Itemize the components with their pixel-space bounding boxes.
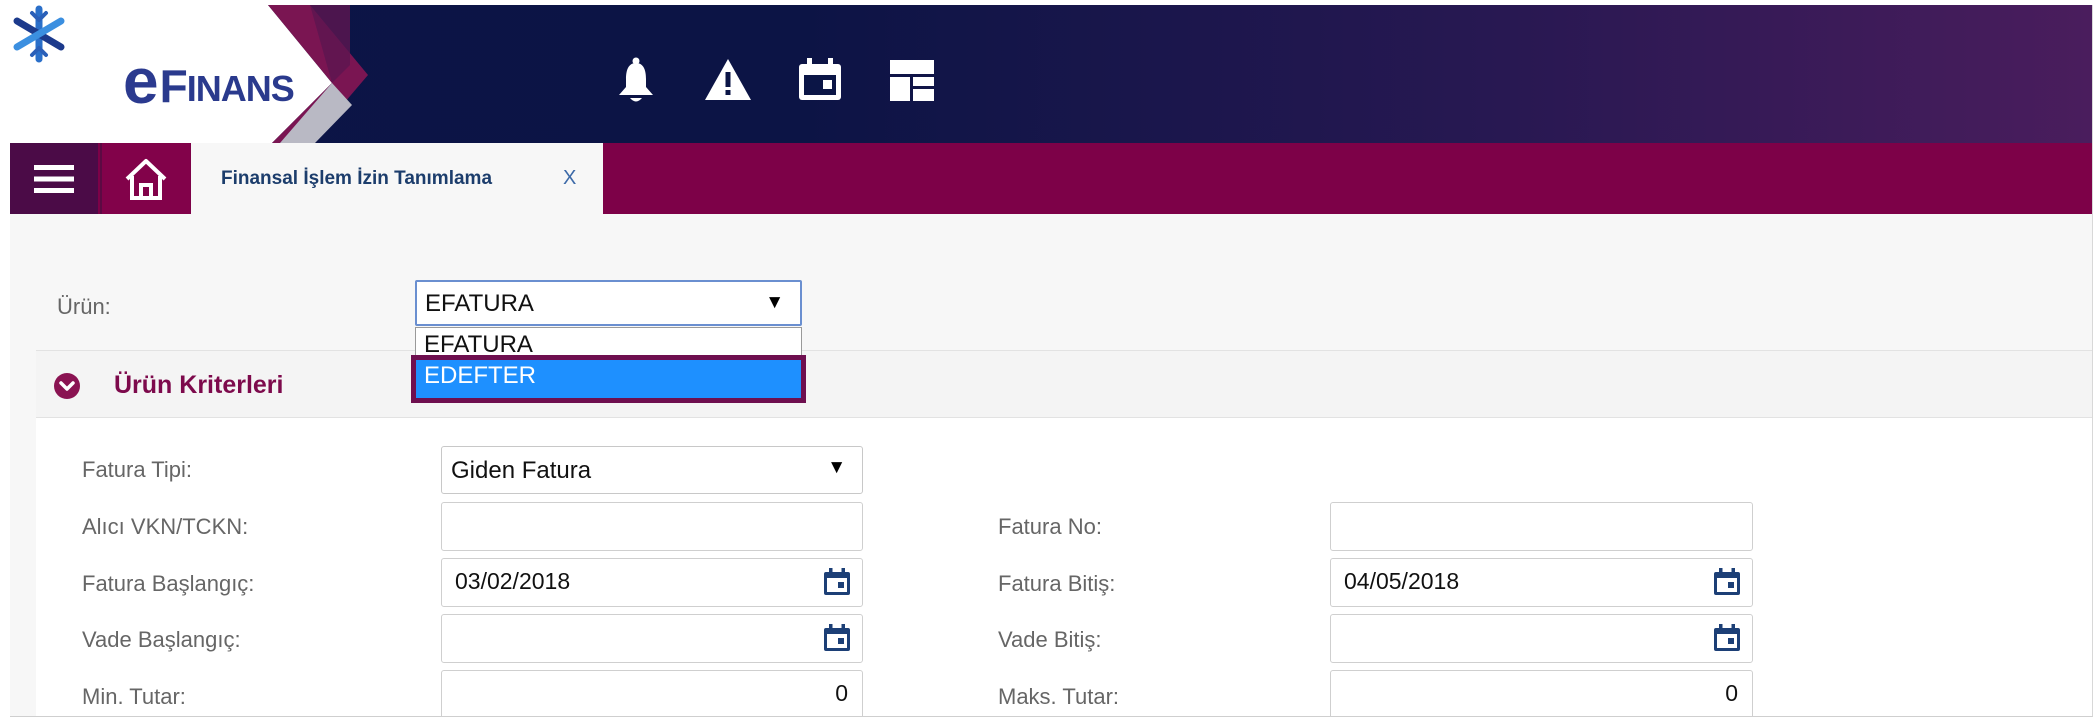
top-header: e F INANS (10, 5, 2092, 143)
alici-vkn-label: Alıcı VKN/TCKN: (82, 514, 249, 539)
logo-letter-f: F (159, 60, 188, 112)
dashboard-icon[interactable] (887, 55, 937, 105)
panel-title: Ürün Kriterleri (114, 371, 284, 399)
logo-letter-e: e (123, 45, 159, 117)
header-icons (611, 55, 937, 105)
calendar-icon[interactable] (822, 623, 852, 653)
fatura-baslangic-value: 03/02/2018 (455, 568, 571, 594)
calendar-icon[interactable] (1712, 567, 1742, 597)
maks-tutar-input[interactable]: 0 (1330, 670, 1753, 716)
urun-dropdown-list: EFATURA EDEFTER (411, 327, 806, 403)
warning-icon[interactable] (703, 55, 753, 105)
urun-label: Ürün: (57, 294, 111, 319)
logo-letters-inans: INANS (186, 68, 295, 109)
home-button[interactable] (100, 143, 190, 214)
urun-select[interactable]: EFATURA ▼ (415, 280, 802, 326)
fatura-tipi-label: Fatura Tipi: (82, 457, 193, 482)
collapse-chevron-icon[interactable] (54, 373, 80, 399)
vade-baslangic-label: Vade Başlangıç: (82, 627, 241, 652)
urun-kriterleri-panel: Ürün Kriterleri Fatura Tipi: Giden Fatur… (36, 350, 2092, 716)
fatura-bitis-input[interactable]: 04/05/2018 (1330, 558, 1753, 607)
hamburger-icon (34, 164, 74, 193)
fatura-baslangic-label: Fatura Başlangıç: (82, 571, 255, 596)
app-window: e F INANS Finansal İşlem İzin Tanımlama … (10, 5, 2093, 717)
bell-icon[interactable] (611, 55, 661, 105)
calendar-icon[interactable] (795, 55, 845, 105)
panel-header[interactable]: Ürün Kriterleri (36, 351, 2092, 418)
alici-vkn-input[interactable] (441, 502, 863, 551)
logo[interactable]: e F INANS (10, 5, 450, 143)
chevron-down-icon: ▼ (765, 292, 784, 313)
fatura-no-label: Fatura No: (998, 514, 1102, 539)
fatura-bitis-value: 04/05/2018 (1344, 568, 1460, 594)
snowflake-logo-icon (13, 5, 65, 63)
home-icon (125, 158, 167, 200)
tab-bar: Finansal İşlem İzin Tanımlama X (10, 143, 2092, 214)
vade-bitis-input[interactable] (1330, 614, 1753, 663)
dropdown-option-edefter-label: EDEFTER (424, 362, 537, 389)
maks-tutar-label: Maks. Tutar: (998, 684, 1120, 709)
vade-bitis-label: Vade Bitiş: (998, 627, 1102, 652)
chevron-down-icon: ▼ (827, 457, 846, 478)
vade-baslangic-input[interactable] (441, 614, 863, 663)
dropdown-option-edefter[interactable]: EDEFTER (411, 355, 806, 403)
fatura-tipi-value: Giden Fatura (451, 457, 592, 484)
urun-select-value: EFATURA (425, 290, 534, 317)
tab-label: Finansal İşlem İzin Tanımlama (221, 168, 493, 189)
calendar-icon[interactable] (822, 567, 852, 597)
hamburger-menu-button[interactable] (10, 143, 98, 214)
dropdown-option-efatura[interactable]: EFATURA (424, 331, 533, 359)
calendar-icon[interactable] (1712, 623, 1742, 653)
min-tutar-input[interactable]: 0 (441, 670, 863, 716)
min-tutar-value: 0 (835, 680, 848, 706)
fatura-tipi-select[interactable]: Giden Fatura ▼ (441, 446, 863, 494)
logo-text: e F INANS (123, 43, 295, 117)
fatura-baslangic-input[interactable]: 03/02/2018 (441, 558, 863, 607)
fatura-no-input[interactable] (1330, 502, 1753, 551)
tab-close-button[interactable]: X (563, 167, 576, 190)
min-tutar-label: Min. Tutar: (82, 684, 186, 709)
maks-tutar-value: 0 (1725, 680, 1738, 706)
fatura-bitis-label: Fatura Bitiş: (998, 571, 1116, 596)
tab-finansal-islem[interactable]: Finansal İşlem İzin Tanımlama X (191, 143, 603, 214)
